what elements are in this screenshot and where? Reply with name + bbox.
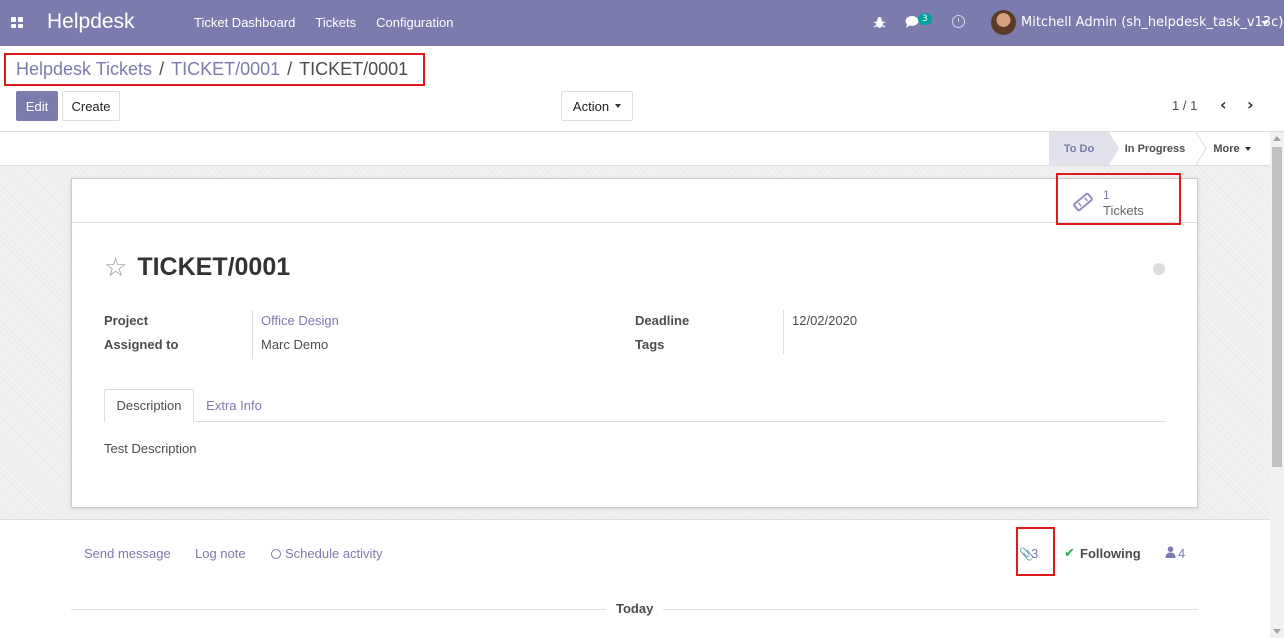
clock-icon (271, 549, 281, 559)
ticket-icon (1073, 192, 1093, 212)
user-avatar[interactable] (991, 10, 1016, 35)
field-label-tags: Tags (635, 337, 665, 352)
breadcrumb-separator: / (159, 59, 165, 79)
top-navbar: Helpdesk Ticket Dashboard Tickets Config… (0, 0, 1284, 46)
scroll-down-icon[interactable] (1273, 629, 1281, 634)
notebook-tabs: Description Extra Info (104, 389, 1166, 422)
user-menu[interactable]: Mitchell Admin (sh_helpdesk_task_v13c) (1021, 15, 1283, 30)
tickets-count: 1 (1103, 188, 1110, 202)
edit-button[interactable]: Edit (16, 91, 58, 121)
following-button[interactable]: Following (1080, 546, 1141, 561)
caret-down-icon (615, 104, 622, 108)
activity-clock-icon[interactable] (952, 15, 965, 28)
check-icon: ✔ (1064, 546, 1075, 561)
debug-bug-icon[interactable] (873, 16, 886, 29)
field-value-project[interactable]: Office Design (261, 313, 339, 328)
attachments-count[interactable]: 3 (1031, 546, 1038, 561)
scroll-up-icon[interactable] (1273, 136, 1281, 141)
scrollbar-thumb[interactable] (1272, 147, 1282, 467)
tab-extra-info[interactable]: Extra Info (194, 389, 274, 422)
field-label-assigned-to: Assigned to (104, 337, 179, 352)
followers-count[interactable]: 4 (1178, 546, 1185, 561)
description-text[interactable]: Test Description (104, 441, 196, 456)
pager-next-icon[interactable]: › (1247, 97, 1254, 113)
tickets-label: Tickets (1103, 203, 1144, 218)
breadcrumb-current: TICKET/0001 (299, 59, 409, 79)
stage-more-dropdown[interactable]: More (1206, 132, 1258, 165)
caret-down-icon (1244, 146, 1251, 151)
breadcrumb: Helpdesk Tickets / TICKET/0001 / TICKET/… (16, 59, 408, 80)
log-note-button[interactable]: Log note (195, 546, 246, 561)
field-divider (252, 310, 253, 359)
stage-more-label: More (1213, 142, 1240, 155)
menu-configuration[interactable]: Configuration (376, 15, 453, 30)
send-message-button[interactable]: Send message (84, 546, 171, 561)
form-sheet: 1 Tickets ☆ TICKET/0001 Project Office D… (71, 178, 1198, 508)
field-value-deadline: 12/02/2020 (792, 313, 858, 328)
menu-tickets[interactable]: Tickets (315, 15, 356, 30)
breadcrumb-ticket-parent[interactable]: TICKET/0001 (171, 59, 280, 80)
record-title: TICKET/0001 (137, 253, 291, 281)
messaging-badge: 3 (918, 13, 932, 25)
priority-star-icon[interactable]: ☆ (104, 255, 127, 281)
create-button[interactable]: Create (62, 91, 120, 121)
date-separator-label: Today (606, 601, 664, 616)
pager-value[interactable]: 1 / 1 (1172, 98, 1197, 113)
user-icon[interactable] (1165, 546, 1176, 558)
button-box: 1 Tickets (72, 179, 1197, 223)
apps-menu-icon[interactable] (11, 17, 23, 28)
field-label-deadline: Deadline (635, 313, 690, 328)
field-divider (783, 310, 784, 354)
field-label-project: Project (104, 313, 149, 328)
action-label: Action (572, 98, 610, 114)
action-dropdown[interactable]: Action (561, 91, 633, 121)
tickets-smart-button[interactable]: 1 Tickets (1058, 179, 1180, 223)
menu-ticket-dashboard[interactable]: Ticket Dashboard (194, 15, 295, 30)
page-scrollbar[interactable] (1270, 132, 1284, 638)
title-row: ☆ TICKET/0001 (104, 253, 290, 282)
tab-description[interactable]: Description (104, 389, 194, 422)
user-caret-icon[interactable] (1261, 21, 1269, 25)
main-menu: Ticket Dashboard Tickets Configuration (194, 15, 453, 30)
stage-todo[interactable]: To Do (1049, 132, 1109, 165)
breadcrumb-helpdesk-tickets[interactable]: Helpdesk Tickets (16, 59, 152, 80)
app-brand[interactable]: Helpdesk (47, 10, 135, 34)
schedule-activity-label: Schedule activity (285, 546, 383, 561)
breadcrumb-separator: / (287, 59, 293, 79)
statusbar: To Do In Progress More (0, 131, 1284, 166)
schedule-activity-button[interactable]: Schedule activity (271, 546, 383, 561)
pager-previous-icon[interactable]: ‹ (1220, 97, 1227, 113)
field-value-assigned-to: Marc Demo (261, 337, 329, 352)
stage-arrow-separator (1196, 132, 1206, 165)
stage-in-progress[interactable]: In Progress (1113, 132, 1197, 165)
kanban-state-indicator[interactable] (1153, 263, 1165, 275)
